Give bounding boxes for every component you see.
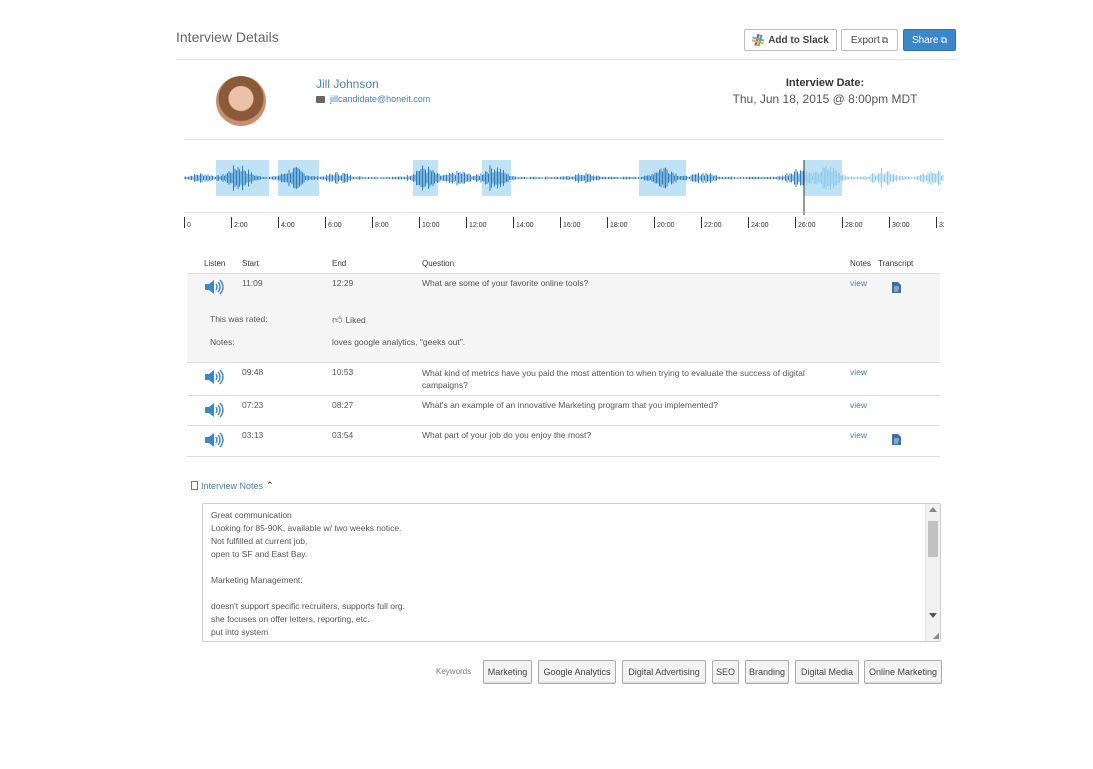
timeline-tick-label: 22:00 (704, 222, 722, 229)
slack-icon (751, 33, 765, 47)
rated-label: This was rated: (210, 314, 268, 324)
row-start: 11:09 (242, 278, 263, 288)
keyword-tag[interactable]: SEO (712, 660, 739, 684)
timeline-tick-label: 30:00 (892, 222, 910, 229)
header-question: Question (422, 259, 455, 268)
audio-waveform[interactable] (184, 155, 944, 215)
keyword-tag[interactable]: Digital Media (795, 660, 859, 684)
notes-view-link[interactable]: view (850, 367, 867, 377)
row-question: What are some of your favorite online to… (422, 278, 589, 288)
notes-view-link[interactable]: view (850, 278, 867, 288)
speaker-icon[interactable] (204, 279, 224, 297)
header-listen: Listen (204, 259, 226, 268)
timeline-tick-label: 32 (939, 222, 944, 229)
table-row[interactable]: 03:13 03:54 What part of your job do you… (187, 425, 940, 457)
envelope-icon (316, 95, 325, 103)
timeline-tick-label: 2:00 (234, 222, 248, 229)
header-transcript: Transcript (878, 259, 914, 268)
interview-notes-toggle[interactable]: Interview Notes ⌃ (191, 480, 274, 491)
scroll-thumb[interactable] (928, 521, 938, 557)
row-start: 03:13 (242, 430, 264, 440)
notes-value: loves google analytics, "geeks out". (332, 337, 466, 347)
timeline-tick-label: 26:00 (798, 222, 816, 229)
candidate-email-text: jillcandidate@honeit.com (330, 94, 431, 104)
speaker-icon[interactable] (204, 432, 224, 450)
candidate-email[interactable]: jillcandidate@honeit.com (316, 94, 430, 104)
share-icon: ⧉ (940, 34, 948, 45)
header-divider (176, 59, 956, 60)
row-start: 07:23 (242, 400, 264, 410)
export-label: Export (850, 34, 880, 46)
export-button[interactable]: Export ⧉ (841, 29, 898, 51)
keywords-label: Keywords (436, 667, 472, 676)
timeline-tick-label: 4:00 (281, 222, 295, 229)
row-question: What part of your job do you enjoy the m… (422, 430, 592, 440)
timeline-tick-label: 10:00 (422, 222, 440, 229)
keyword-tag[interactable]: Google Analytics (538, 660, 616, 684)
timeline-tick-label: 8:00 (375, 222, 389, 229)
timeline-tick-label: 14:00 (516, 222, 534, 229)
table-row[interactable]: 11:09 12:29 What are some of your favori… (187, 273, 940, 363)
row-question: What's an example of an innovative Marke… (422, 400, 718, 410)
transcript-icon[interactable] (892, 282, 901, 295)
header-notes: Notes (850, 259, 871, 268)
keyword-tag[interactable]: Online Marketing (864, 660, 942, 684)
row-end: 12:29 (332, 278, 354, 288)
avatar (216, 76, 266, 126)
row-end: 10:53 (332, 367, 354, 377)
interview-date-label: Interview Date: (785, 77, 865, 89)
keyword-tag[interactable]: Digital Advertising (622, 660, 706, 684)
interview-date-value: Thu, Jun 18, 2015 @ 8:00pm MDT (732, 92, 918, 106)
audio-timeline[interactable]: 0 2:00 4:00 6:00 8:00 10:00 12:00 14:00 16:00 18:… (184, 212, 944, 232)
header-start: Start (242, 259, 259, 268)
row-question: What kind of metrics have you paid the m… (422, 368, 805, 390)
header-end: End (332, 259, 347, 268)
share-label: Share (911, 34, 939, 46)
add-to-slack-button[interactable]: Add to Slack (744, 29, 837, 51)
timeline-tick-label: 16:00 (563, 222, 581, 229)
timeline-tick-label: 18:00 (610, 222, 628, 229)
timeline-tick-label: 12:00 (469, 222, 487, 229)
thumbs-up-icon: 👍︎ (332, 315, 343, 326)
timeline-tick-label: 28:00 (845, 222, 863, 229)
notes-scrollbar[interactable]: ◢ (925, 504, 940, 641)
scroll-down-arrow[interactable] (929, 613, 937, 618)
table-row[interactable]: 07:23 08:27 What's an example of an inno… (187, 395, 940, 426)
row-start: 09:48 (242, 367, 264, 377)
row-end: 03:54 (332, 430, 354, 440)
interview-notes-text: Great communication Looking for 85-90K, … (211, 510, 405, 641)
speaker-icon[interactable] (204, 402, 224, 420)
timeline-tick-label: 6:00 (328, 222, 342, 229)
timeline-tick-label: 20:00 (657, 222, 675, 229)
notes-view-link[interactable]: view (850, 400, 867, 410)
table-row[interactable]: 09:48 10:53 What kind of metrics have yo… (187, 362, 940, 396)
notes-label: Notes: (210, 337, 235, 347)
transcript-icon[interactable] (892, 434, 901, 447)
share-button[interactable]: Share ⧉ (903, 29, 956, 51)
speaker-icon[interactable] (204, 369, 224, 387)
external-link-icon: ⧉ (881, 34, 889, 45)
notes-view-link[interactable]: view (850, 430, 867, 440)
keyword-tag[interactable]: Marketing (483, 660, 532, 684)
row-end: 08:27 (332, 400, 354, 410)
candidate-name[interactable]: Jill Johnson (316, 77, 379, 91)
scroll-up-arrow[interactable] (929, 507, 937, 512)
interview-notes-label: Interview Notes (201, 480, 264, 491)
keyword-tag[interactable]: Branding (745, 660, 789, 684)
profile-divider (184, 139, 944, 140)
timeline-tick-label: 24:00 (751, 222, 769, 229)
rated-value-text: Liked (345, 315, 366, 325)
chevron-up-icon: ⌃ (266, 480, 274, 490)
timeline-tick-label: 0 (187, 222, 191, 229)
document-icon (191, 481, 198, 490)
interview-notes-textarea[interactable]: Great communication Looking for 85-90K, … (202, 503, 941, 642)
resize-handle-icon[interactable]: ◢ (933, 632, 939, 640)
page-title: Interview Details (176, 29, 279, 45)
rated-value: 👍︎ Liked (332, 314, 366, 326)
add-to-slack-label: Add to Slack (768, 34, 829, 46)
